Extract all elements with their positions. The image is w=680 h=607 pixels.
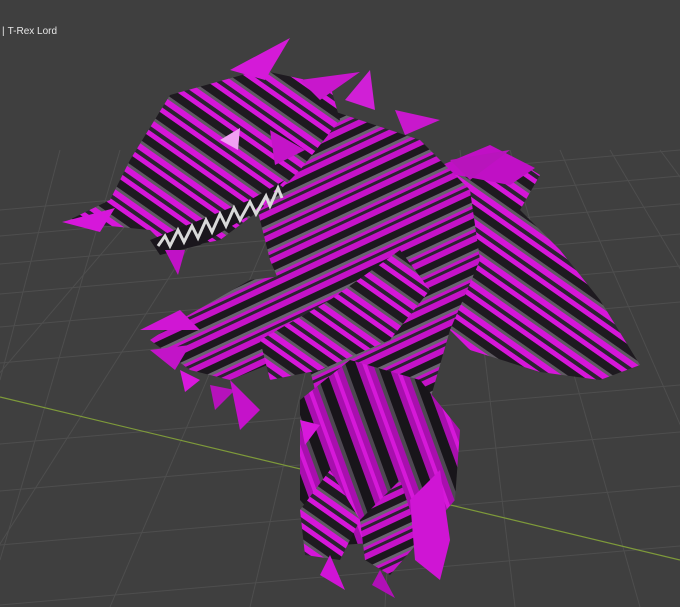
overlay-separator: | [2, 26, 5, 37]
t-rex-lord-model[interactable] [62, 38, 640, 598]
3d-viewport[interactable]: | T-Rex Lord [0, 0, 680, 607]
viewport-canvas[interactable] [0, 0, 680, 607]
object-name: T-Rex Lord [7, 26, 58, 37]
viewport-object-label: | T-Rex Lord [2, 26, 57, 38]
